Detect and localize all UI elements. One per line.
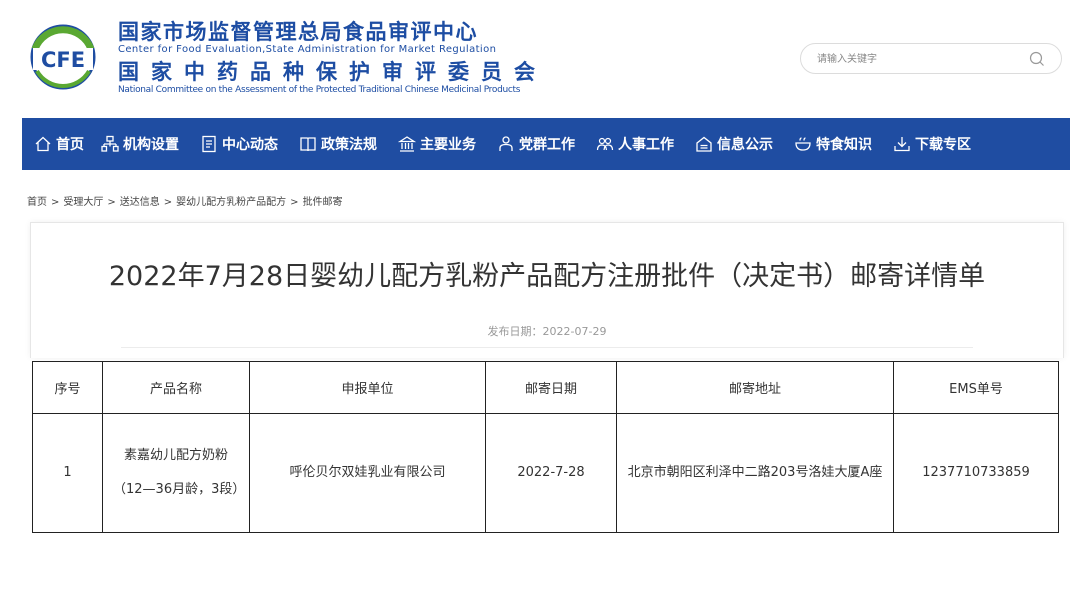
nav-label: 中心动态	[222, 137, 278, 153]
cfe-logo[interactable]: CFE	[27, 19, 99, 91]
breadcrumb-separator: >	[163, 197, 173, 208]
people-icon	[596, 137, 614, 151]
nav-label: 下载专区	[915, 137, 971, 153]
breadcrumb-separator: >	[51, 197, 60, 208]
site-title-block: 国家市场监督管理总局食品审评中心 Center for Food Evaluat…	[118, 20, 547, 96]
breadcrumb-approval-mailing[interactable]: 批件邮寄	[303, 197, 343, 208]
home-icon	[35, 136, 51, 152]
nav-item-personnel[interactable]: 人事工作	[596, 118, 674, 170]
table-row: 1 素嘉幼儿配方奶粉（12—36月龄，3段） 呼伦贝尔双娃乳业有限公司 2022…	[32, 413, 1059, 533]
article-title: 2022年7月28日婴幼儿配方乳粉产品配方注册批件（决定书）邮寄详情单	[108, 261, 986, 292]
nav-label: 机构设置	[123, 137, 179, 153]
nav-label: 特食知识	[816, 137, 872, 153]
nav-label: 党群工作	[519, 137, 575, 153]
nav-label: 人事工作	[618, 137, 674, 153]
nav-item-organization[interactable]: 机构设置	[101, 118, 179, 170]
book-icon	[300, 137, 316, 152]
nav-label: 信息公示	[717, 137, 773, 153]
site-subtitle-en: National Committee on the Assessment of …	[118, 85, 521, 95]
breadcrumb-infant-formula[interactable]: 婴幼儿配方乳粉产品配方	[176, 197, 286, 208]
breadcrumb-separator: >	[107, 197, 116, 208]
nav-item-news[interactable]: 中心动态	[200, 118, 278, 170]
column-header-applicant: 申报单位	[249, 361, 486, 414]
logo-text: CFE	[41, 48, 85, 72]
nav-item-special-food[interactable]: 特食知识	[794, 118, 872, 170]
breadcrumb-acceptance-hall[interactable]: 受理大厅	[63, 197, 103, 208]
breadcrumb-separator: >	[290, 197, 299, 208]
mailing-details-table: 序号 产品名称 申报单位 邮寄日期 邮寄地址 EMS单号 1 素嘉幼儿配方奶粉（…	[32, 361, 1059, 533]
nav-item-business[interactable]: 主要业务	[398, 118, 476, 170]
nav-item-policy[interactable]: 政策法规	[299, 118, 377, 170]
nav-item-party[interactable]: 党群工作	[497, 118, 575, 170]
title-divider	[121, 347, 973, 348]
bank-icon	[398, 136, 416, 152]
notice-icon	[696, 136, 712, 152]
article-header-card: 2022年7月28日婴幼儿配方乳粉产品配方注册批件（决定书）邮寄详情单 发布日期…	[30, 222, 1064, 358]
column-header-product: 产品名称	[102, 361, 250, 414]
person-icon	[499, 136, 513, 151]
publish-date: 发布日期：2022-07-29	[487, 325, 607, 338]
nav-item-download[interactable]: 下载专区	[893, 118, 971, 170]
nav-label: 政策法规	[321, 137, 377, 153]
column-header-index: 序号	[32, 361, 103, 414]
column-header-address: 邮寄地址	[616, 361, 894, 414]
site-subtitle-cn: 国家中药品种保护审评委员会	[118, 60, 547, 84]
cell-mail-date: 2022-7-28	[485, 413, 617, 533]
nav-item-home[interactable]: 首页	[34, 118, 84, 170]
column-header-mail-date: 邮寄日期	[485, 361, 617, 414]
site-title-cn: 国家市场监督管理总局食品审评中心	[118, 20, 478, 44]
bowl-icon	[795, 137, 811, 151]
download-icon	[894, 137, 910, 152]
breadcrumb-delivery-info[interactable]: 送达信息	[120, 197, 160, 208]
nav-item-disclosure[interactable]: 信息公示	[695, 118, 773, 170]
cell-applicant: 呼伦贝尔双娃乳业有限公司	[249, 413, 486, 533]
news-icon	[202, 135, 216, 153]
search-icon[interactable]	[1029, 51, 1045, 67]
org-chart-icon	[101, 135, 119, 152]
table-header-row: 序号 产品名称 申报单位 邮寄日期 邮寄地址 EMS单号	[32, 361, 1059, 414]
cell-product: 素嘉幼儿配方奶粉（12—36月龄，3段）	[102, 413, 250, 533]
cell-index: 1	[32, 413, 103, 533]
cell-address: 北京市朝阳区利泽中二路203号洛娃大厦A座	[616, 413, 894, 533]
site-title-en: Center for Food Evaluation,State Adminis…	[118, 44, 497, 55]
breadcrumb: 首页 > 受理大厅 > 送达信息 > 婴幼儿配方乳粉产品配方 > 批件邮寄	[27, 193, 343, 208]
main-nav: 首页 机构设置 中心动态 政策法规 主要业务 党群工作 人事工作 信息公示 特食…	[22, 118, 1070, 170]
search-input[interactable]	[817, 50, 1017, 68]
breadcrumb-home[interactable]: 首页	[27, 197, 47, 208]
column-header-ems: EMS单号	[893, 361, 1059, 414]
nav-label: 首页	[56, 137, 84, 153]
nav-label: 主要业务	[420, 137, 476, 153]
search-box	[800, 43, 1062, 74]
cell-ems-number: 1237710733859	[893, 413, 1059, 533]
